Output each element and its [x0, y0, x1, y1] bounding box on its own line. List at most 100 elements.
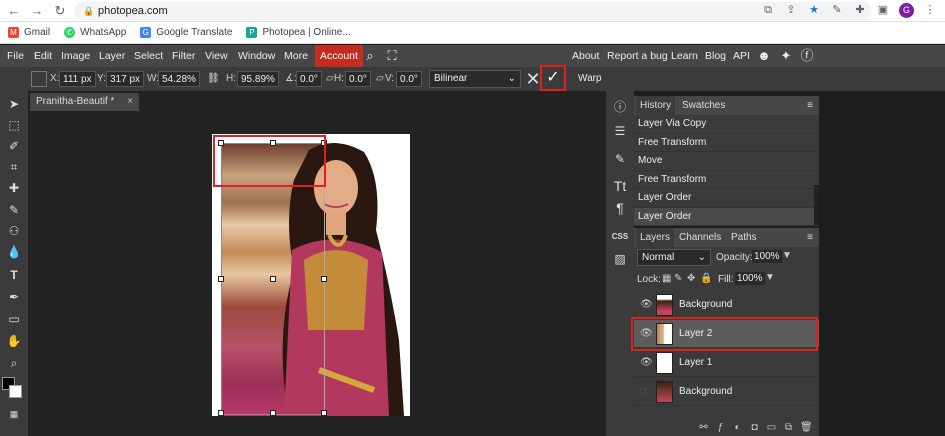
commit-transform-button[interactable]: ✓ [540, 65, 566, 91]
bookmark-photopea[interactable]: P Photopea | Online... [246, 27, 351, 38]
eye-icon[interactable]: 👁 [640, 299, 653, 310]
star-icon[interactable]: ★ [807, 3, 821, 17]
link-layers-icon[interactable]: ⚯ [698, 422, 709, 433]
menu-api[interactable]: API [733, 45, 750, 67]
history-item[interactable]: Layer Order [634, 207, 819, 226]
transform-handle[interactable] [321, 276, 327, 282]
history-item[interactable]: Free Transform [634, 133, 819, 152]
opacity-field[interactable]: 100% [752, 250, 782, 263]
transform-handle[interactable] [321, 410, 327, 416]
tab-swatches[interactable]: Swatches [678, 96, 729, 115]
adjustment-icon[interactable]: ◐ [732, 422, 743, 433]
properties-icon[interactable]: ☰ [610, 121, 630, 141]
menu-filter[interactable]: Filter [172, 45, 195, 67]
type-tool-icon[interactable]: T [4, 266, 24, 284]
menu-edit[interactable]: Edit [34, 45, 52, 67]
history-item[interactable]: Layer Via Copy [634, 115, 819, 134]
healing-tool-icon[interactable]: ✚ [4, 179, 24, 197]
marquee-tool-icon[interactable]: ⬚ [4, 116, 24, 134]
pen-tool-icon[interactable]: ✒ [4, 288, 24, 306]
share-icon[interactable]: ⇪ [784, 3, 798, 17]
w-field[interactable]: 54.28% [158, 71, 200, 87]
transform-handle[interactable] [218, 410, 224, 416]
panel-menu-icon[interactable]: ≡ [803, 96, 817, 115]
tab-paths[interactable]: Paths [727, 228, 761, 247]
folder-icon[interactable]: ▭ [766, 422, 777, 433]
close-icon[interactable]: × [127, 96, 133, 107]
hand-tool-icon[interactable]: ✋ [4, 332, 24, 350]
document-tab[interactable]: Pranitha-Beautif * × [30, 93, 140, 111]
zoom-tool-icon[interactable]: ⌕ [4, 354, 24, 372]
link-icon[interactable]: ⛓ [207, 71, 220, 87]
menu-icon[interactable]: ⋮ [923, 3, 937, 17]
eye-icon[interactable]: 👁 [640, 357, 653, 368]
trash-icon[interactable]: 🗑 [800, 422, 813, 433]
shape-tool-icon[interactable]: ▭ [4, 310, 24, 328]
bookmark-google-translate[interactable]: G Google Translate [140, 27, 232, 38]
character-icon[interactable]: Tt [610, 176, 630, 196]
menu-account[interactable]: Account [315, 45, 363, 67]
install-icon[interactable]: ⧉ [761, 3, 775, 17]
bookmark-whatsapp[interactable]: ✆ WhatsApp [64, 27, 126, 38]
vskew-field[interactable]: 0.0° [396, 71, 422, 87]
lock-move-icon[interactable]: ✥ [687, 273, 695, 284]
transform-handle[interactable] [218, 276, 224, 282]
tab-channels[interactable]: Channels [675, 228, 725, 247]
lock-pixels-icon[interactable]: ▦ [662, 273, 671, 284]
puzzle-icon[interactable]: ✚ [853, 3, 867, 17]
menu-select[interactable]: Select [134, 45, 163, 67]
dropdown-arrow-icon[interactable]: ▼ [782, 250, 792, 261]
forward-icon[interactable]: → [29, 3, 45, 19]
move-tool-icon[interactable]: ➤ [4, 95, 24, 113]
blend-mode-select[interactable]: Normal ⌄ [637, 249, 711, 266]
facebook-icon[interactable]: ⓕ [799, 48, 815, 64]
warp-button[interactable]: Warp [578, 71, 602, 87]
eye-hidden-icon[interactable]: □ [640, 386, 646, 397]
blur-tool-icon[interactable]: 💧 [4, 243, 24, 261]
brush-settings-icon[interactable]: ✎ [610, 149, 630, 169]
address-bar[interactable]: 🔒 photopea.com [74, 2, 872, 20]
menu-file[interactable]: File [7, 45, 24, 67]
css-icon[interactable]: CSS [610, 227, 630, 247]
mask-icon[interactable]: ◘ [749, 422, 760, 433]
new-layer-icon[interactable]: ⧉ [783, 422, 794, 433]
menu-report-bug[interactable]: Report a bug [607, 45, 668, 67]
reload-icon[interactable]: ↻ [52, 3, 68, 19]
twitter-icon[interactable]: ✦ [778, 48, 794, 64]
menu-learn[interactable]: Learn [671, 45, 698, 67]
x-field[interactable]: 111 px [59, 71, 96, 87]
crop-tool-icon[interactable]: ⌗ [4, 158, 24, 176]
menu-layer[interactable]: Layer [99, 45, 125, 67]
background-color[interactable] [9, 385, 22, 398]
bookmark-gmail[interactable]: M Gmail [8, 27, 50, 38]
effects-icon[interactable]: ƒ [715, 422, 726, 433]
back-icon[interactable]: ← [6, 3, 22, 19]
lock-paint-icon[interactable]: ✎ [674, 273, 682, 284]
menu-view[interactable]: View [205, 45, 228, 67]
hskew-field[interactable]: 0.0° [345, 71, 371, 87]
layer-row[interactable]: 👁 Layer 1 [634, 349, 819, 377]
search-icon[interactable]: ⌕ [362, 48, 378, 64]
interpolation-select[interactable]: Bilinear ⌄ [429, 70, 521, 88]
menu-about[interactable]: About [572, 45, 599, 67]
angle-field[interactable]: 0.0° [296, 71, 322, 87]
lasso-tool-icon[interactable]: ✐ [4, 137, 24, 155]
dropdown-arrow-icon[interactable]: ▼ [765, 272, 775, 283]
brush-tool-icon[interactable]: ✎ [4, 201, 24, 219]
history-item[interactable]: Free Transform [634, 170, 819, 189]
menu-window[interactable]: Window [238, 45, 275, 67]
transform-handle[interactable] [270, 276, 276, 282]
y-field[interactable]: 317 px [106, 71, 145, 87]
image-icon[interactable]: ▨ [610, 249, 630, 269]
extensions-icon[interactable]: ✎ [830, 3, 844, 17]
stamp-tool-icon[interactable]: ⚇ [4, 222, 24, 240]
fill-field[interactable]: 100% [735, 272, 765, 285]
menu-image[interactable]: Image [61, 45, 90, 67]
paragraph-icon[interactable]: ¶ [610, 198, 630, 218]
tab-history[interactable]: History [636, 96, 676, 115]
history-item[interactable]: Move [634, 152, 819, 171]
lock-all-icon[interactable]: 🔒 [700, 273, 712, 284]
fullscreen-icon[interactable]: ⛶ [384, 48, 400, 64]
profile-avatar[interactable]: G [899, 3, 914, 18]
history-item[interactable]: Layer Order [634, 189, 819, 208]
